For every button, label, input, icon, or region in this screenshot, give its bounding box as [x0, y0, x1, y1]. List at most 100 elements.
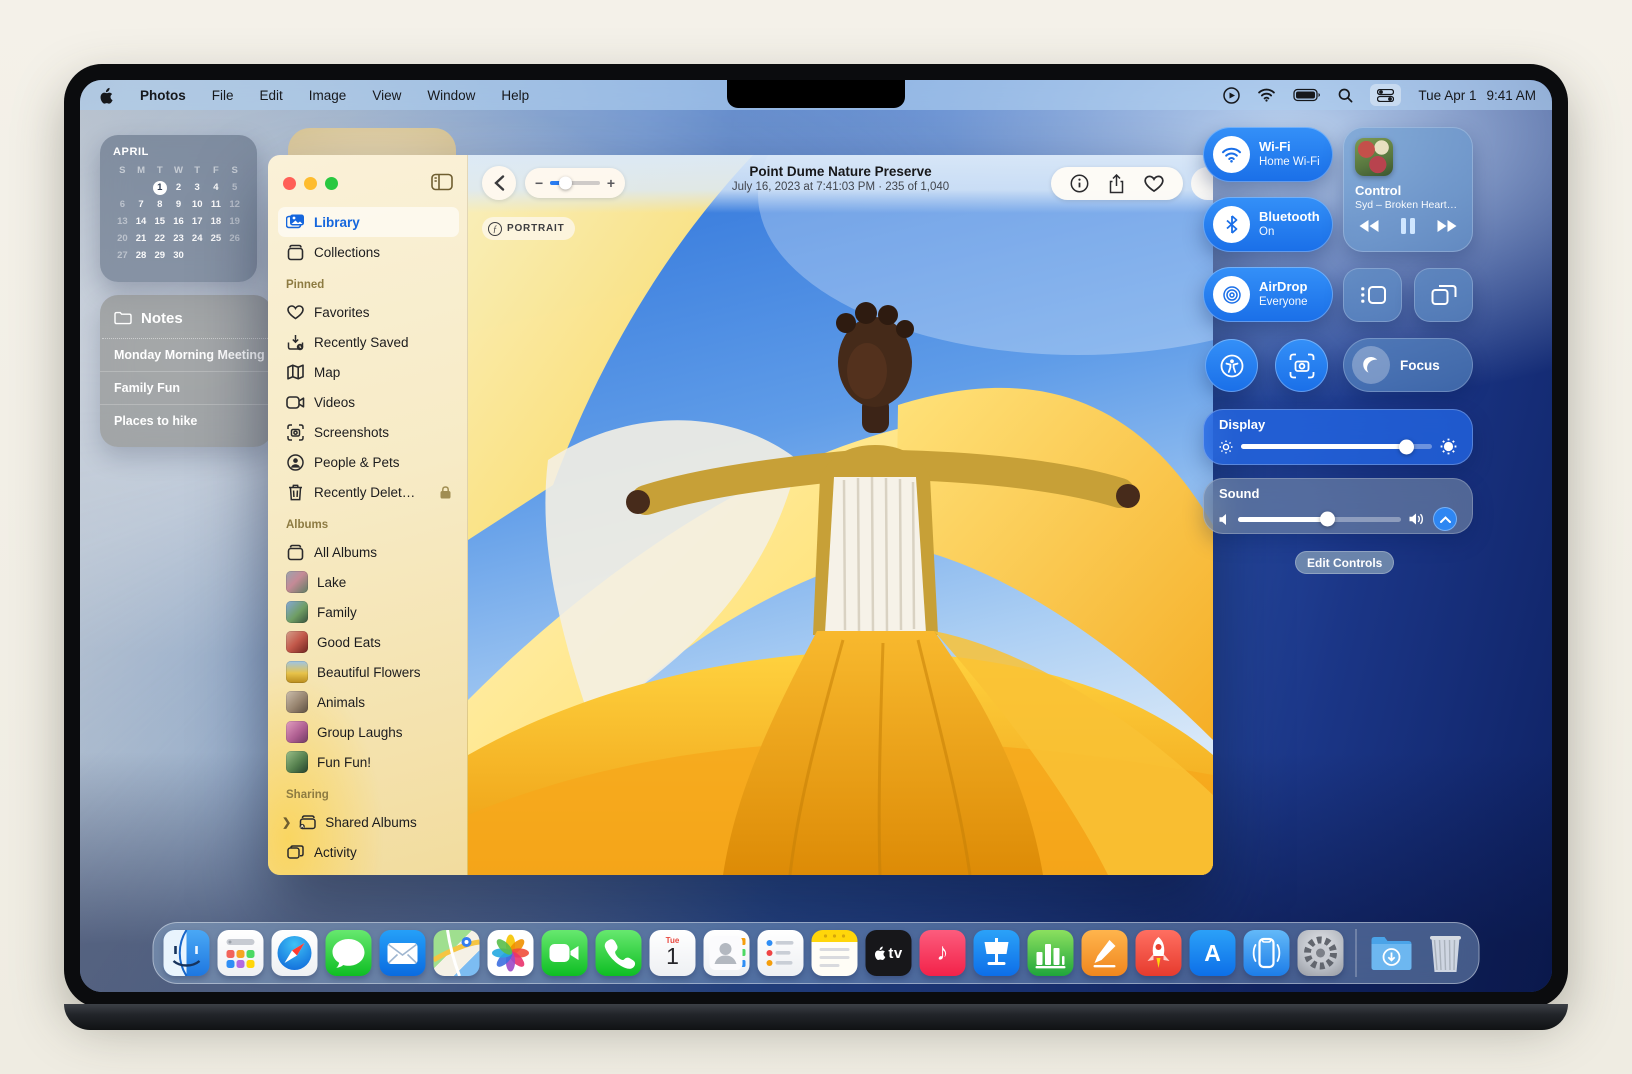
- sound-slider-knob[interactable]: [1320, 512, 1335, 527]
- dock-icon-tv[interactable]: tv: [866, 930, 912, 976]
- menu-image[interactable]: Image: [309, 88, 347, 103]
- wifi-control[interactable]: Wi-Fi Home Wi-Fi: [1203, 127, 1333, 182]
- sidebar-item-screenshots[interactable]: Screenshots: [278, 417, 459, 447]
- minimize-button[interactable]: [304, 177, 317, 190]
- notes-item[interactable]: Monday Morning Meeting: [100, 339, 272, 372]
- chevron-right-icon[interactable]: ❯: [282, 816, 291, 829]
- notes-item[interactable]: Places to hike: [100, 405, 272, 437]
- dock-icon-reminders[interactable]: [758, 930, 804, 976]
- sidebar-item-library[interactable]: Library: [278, 207, 459, 237]
- calendar-weekday: T: [188, 163, 207, 178]
- dock-icon-contacts[interactable]: [704, 930, 750, 976]
- share-button[interactable]: [1108, 173, 1125, 195]
- airdrop-control[interactable]: AirDrop Everyone: [1203, 267, 1333, 322]
- sidebar-item-album-group-laughs[interactable]: Group Laughs: [278, 717, 459, 747]
- sidebar-item-favorites[interactable]: Favorites: [278, 297, 459, 327]
- sidebar-toggle-icon[interactable]: [431, 173, 453, 191]
- sidebar-item-videos[interactable]: Videos: [278, 387, 459, 417]
- dock-icon-app-store[interactable]: A: [1190, 930, 1236, 976]
- dock-icon-downloads[interactable]: [1369, 930, 1415, 976]
- sound-slider[interactable]: [1238, 517, 1401, 522]
- fast-forward-button[interactable]: [1437, 220, 1457, 232]
- zoom-track[interactable]: [550, 181, 600, 185]
- dock-icon-maps[interactable]: [434, 930, 480, 976]
- rewind-button[interactable]: [1359, 220, 1379, 232]
- battery-icon[interactable]: [1293, 84, 1321, 106]
- dock-icon-iphone-mirroring[interactable]: [1244, 930, 1290, 976]
- menu-window[interactable]: Window: [427, 88, 475, 103]
- sidebar-item-album-family[interactable]: Family: [278, 597, 459, 627]
- favorite-heart-button[interactable]: [1144, 173, 1164, 195]
- dock-icon-finder[interactable]: [164, 930, 210, 976]
- zoom-slider[interactable]: − +: [525, 168, 625, 198]
- spotlight-icon[interactable]: [1338, 84, 1353, 106]
- dock-icon-facetime[interactable]: [542, 930, 588, 976]
- menu-bar-time[interactable]: 9:41 AM: [1486, 88, 1536, 103]
- sidebar-item-album-animals[interactable]: Animals: [278, 687, 459, 717]
- dock-icon-numbers[interactable]: [1028, 930, 1074, 976]
- accessibility-button[interactable]: [1205, 339, 1258, 392]
- display-slider[interactable]: [1241, 444, 1432, 449]
- bluetooth-control[interactable]: Bluetooth On: [1203, 197, 1333, 252]
- dock-icon-safari[interactable]: [272, 930, 318, 976]
- dock-icon-trash[interactable]: [1423, 930, 1469, 976]
- menu-app-name[interactable]: Photos: [140, 88, 186, 103]
- dock-icon-system-settings[interactable]: [1298, 930, 1344, 976]
- dock-icon-mail[interactable]: [380, 930, 426, 976]
- music-widget[interactable]: Control Syd – Broken Heart…: [1343, 127, 1473, 252]
- dock-icon-keynote[interactable]: [974, 930, 1020, 976]
- menu-file[interactable]: File: [212, 88, 234, 103]
- dock-icon-pages[interactable]: [1082, 930, 1128, 976]
- collections-icon: [286, 243, 305, 262]
- sidebar-item-album-good-eats[interactable]: Good Eats: [278, 627, 459, 657]
- sidebar-item-activity[interactable]: Activity: [278, 837, 459, 867]
- edit-controls-button[interactable]: Edit Controls: [1295, 551, 1394, 574]
- display-slider-knob[interactable]: [1399, 439, 1414, 454]
- dock-icon-messages[interactable]: [326, 930, 372, 976]
- control-center-icon[interactable]: [1370, 84, 1401, 106]
- calendar-day: 18: [207, 214, 226, 229]
- apple-menu[interactable]: [100, 84, 114, 106]
- sidebar-item-recently-saved[interactable]: Recently Saved: [278, 327, 459, 357]
- zoom-knob[interactable]: [559, 177, 572, 190]
- calendar-widget[interactable]: APRIL SMTWTFS123456789101112131415161718…: [100, 135, 257, 282]
- dock-icon-launchpad[interactable]: [218, 930, 264, 976]
- notes-item[interactable]: Family Fun: [100, 372, 272, 405]
- sidebar-item-album-lake[interactable]: Lake: [278, 567, 459, 597]
- now-playing-icon[interactable]: [1223, 84, 1240, 106]
- sidebar-item-map[interactable]: Map: [278, 357, 459, 387]
- pause-button[interactable]: [1401, 218, 1415, 234]
- zoom-window-button[interactable]: [325, 177, 338, 190]
- menu-edit[interactable]: Edit: [260, 88, 283, 103]
- sidebar-item-collections[interactable]: Collections: [278, 237, 459, 267]
- stage-manager-button[interactable]: [1343, 268, 1402, 322]
- dock-calendar-day: 1: [650, 943, 696, 970]
- sidebar-item-shared-albums[interactable]: ❯ Shared Albums: [278, 807, 459, 837]
- screenshot-button[interactable]: [1275, 339, 1328, 392]
- info-button[interactable]: [1070, 173, 1089, 195]
- dock-icon-rocket[interactable]: [1136, 930, 1182, 976]
- menu-view[interactable]: View: [372, 88, 401, 103]
- sidebar-item-all-albums[interactable]: All Albums: [278, 537, 459, 567]
- sidebar-item-album-beautiful-flowers[interactable]: Beautiful Flowers: [278, 657, 459, 687]
- dock-icon-notes[interactable]: [812, 930, 858, 976]
- zoom-out-icon[interactable]: −: [535, 176, 543, 190]
- sidebar-item-people-pets[interactable]: People & Pets: [278, 447, 459, 477]
- notes-widget[interactable]: Notes Monday Morning Meeting Family Fun …: [100, 295, 272, 447]
- sidebar-item-label: Animals: [317, 695, 365, 710]
- focus-control[interactable]: Focus: [1343, 338, 1473, 392]
- menu-help[interactable]: Help: [501, 88, 529, 103]
- back-button[interactable]: [482, 166, 516, 200]
- sidebar-item-album-fun-fun[interactable]: Fun Fun!: [278, 747, 459, 777]
- close-button[interactable]: [283, 177, 296, 190]
- sidebar-item-recently-deleted[interactable]: Recently Delet…: [278, 477, 459, 507]
- screen-mirroring-button[interactable]: [1414, 268, 1473, 322]
- menu-bar-date[interactable]: Tue Apr 1: [1418, 88, 1476, 103]
- dock-icon-music[interactable]: ♪: [920, 930, 966, 976]
- dock-icon-photos[interactable]: [488, 930, 534, 976]
- dock-icon-calendar[interactable]: Tue 1: [650, 930, 696, 976]
- wifi-status-icon[interactable]: [1257, 84, 1276, 106]
- zoom-in-icon[interactable]: +: [607, 176, 615, 190]
- dock-icon-phone[interactable]: [596, 930, 642, 976]
- sound-output-button[interactable]: [1433, 507, 1457, 531]
